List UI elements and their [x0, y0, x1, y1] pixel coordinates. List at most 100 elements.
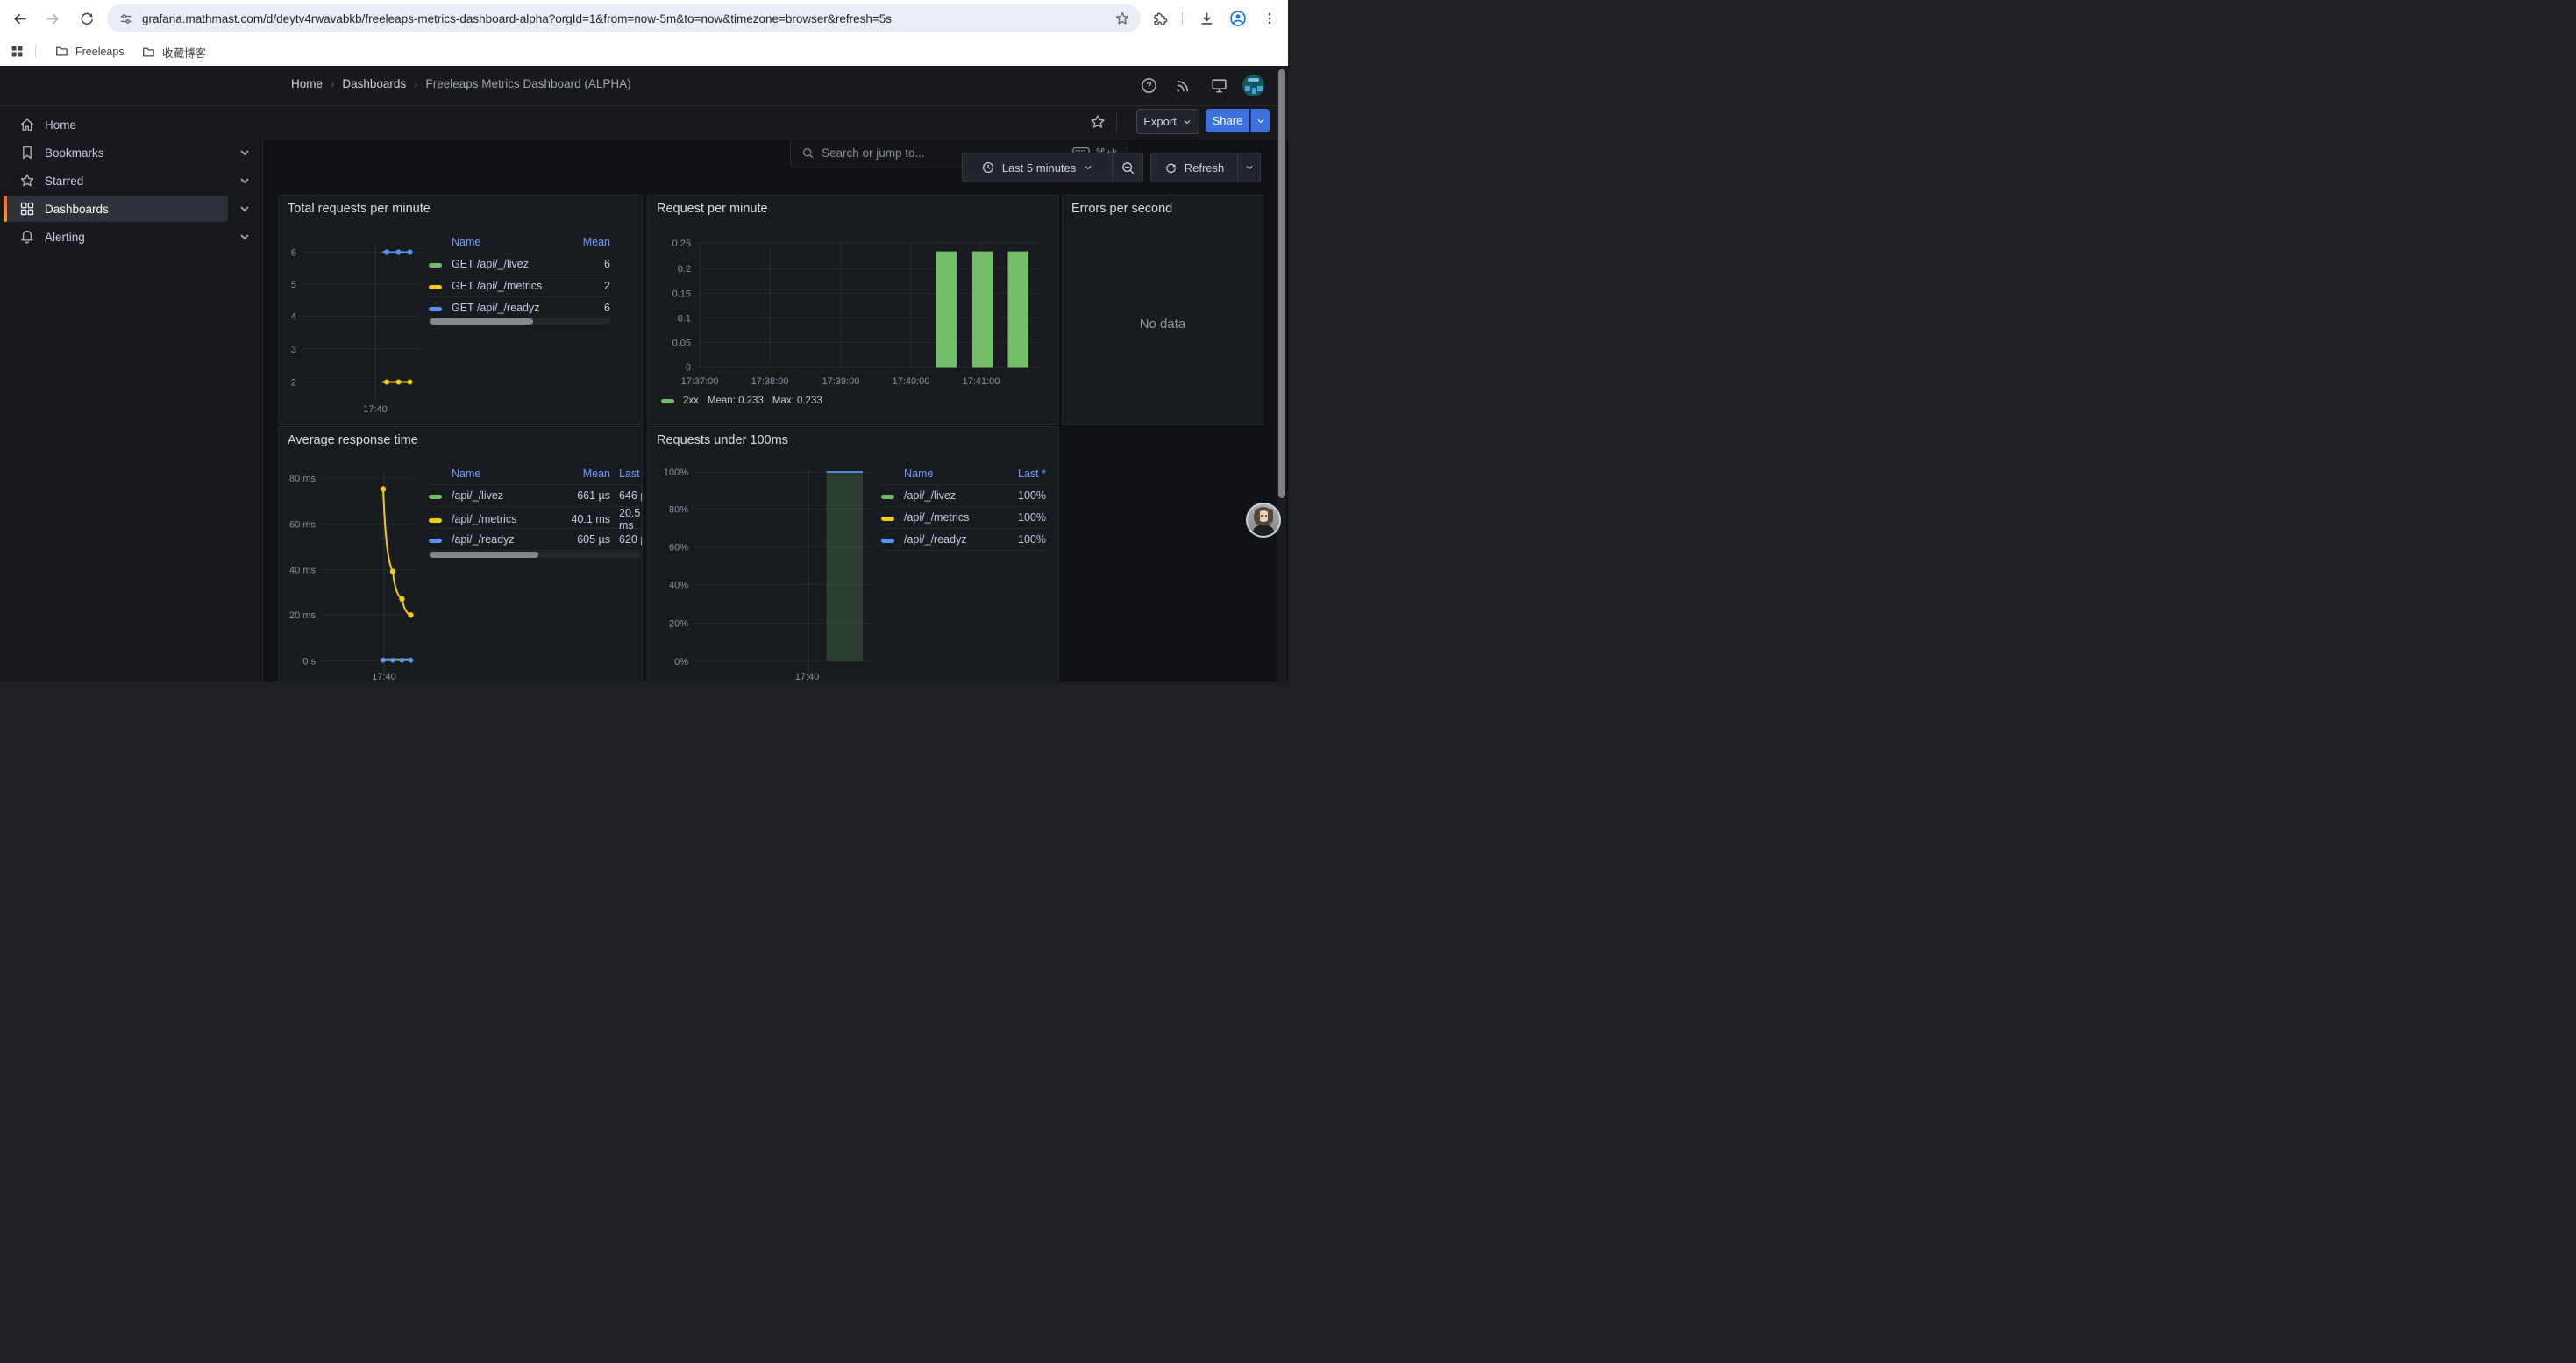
menu-button[interactable]	[1255, 4, 1284, 33]
site-settings-icon[interactable]	[118, 11, 133, 26]
legend-row[interactable]: /api/_/livez100%	[881, 485, 1046, 507]
page-scrollbar-thumb[interactable]	[1278, 69, 1285, 498]
forward-icon	[45, 11, 61, 27]
news-button[interactable]	[1174, 76, 1192, 95]
apps-grid-icon	[10, 44, 25, 59]
svg-text:17:37:00: 17:37:00	[681, 376, 719, 387]
legend-column-name[interactable]: Name	[904, 467, 993, 480]
svg-text:0.05: 0.05	[672, 339, 691, 349]
series-chip	[429, 307, 442, 311]
legend-table: NameLast * /api/_/livez100%/api/_/metrics…	[881, 463, 1046, 551]
home-icon	[18, 116, 36, 133]
sidebar-item-dashboards[interactable]: Dashboards	[4, 196, 228, 222]
export-button[interactable]: Export	[1136, 109, 1199, 134]
legend-row[interactable]: /api/_/livez661 µs646 µs	[429, 485, 643, 507]
profile-button[interactable]	[1223, 4, 1253, 33]
zoom-out-icon	[1121, 161, 1135, 175]
svg-text:0.2: 0.2	[678, 264, 691, 275]
svg-text:20%: 20%	[669, 619, 688, 630]
legend-row[interactable]: GET /api/_/readyz6	[429, 297, 610, 319]
zoom-out-button[interactable]	[1112, 153, 1143, 182]
breadcrumb-home[interactable]: Home	[291, 77, 323, 90]
sidebar-item-alerting[interactable]: Alerting	[4, 224, 228, 250]
svg-text:100%: 100%	[664, 467, 688, 478]
bar-chart: 0.250.20.150.10.05017:37:0017:38:0017:39…	[648, 196, 1058, 424]
svg-text:4: 4	[291, 312, 296, 323]
breadcrumb-current: Freeleaps Metrics Dashboard (ALPHA)	[426, 77, 631, 90]
bookmark-folder-blogs[interactable]: 收藏博客	[141, 44, 206, 61]
legend-row[interactable]: /api/_/readyz605 µs620 µs	[429, 529, 643, 551]
legend-row[interactable]: /api/_/metrics100%	[881, 507, 1046, 529]
legend-column-name[interactable]: Name	[452, 467, 554, 480]
series-chip	[429, 539, 442, 543]
profile-icon	[1228, 9, 1248, 28]
refresh-button[interactable]: Refresh	[1150, 153, 1238, 182]
legend-table: NameMean GET /api/_/livez6GET /api/_/metr…	[429, 232, 610, 319]
chevron-down-icon	[1182, 117, 1192, 127]
extensions-button[interactable]	[1145, 4, 1175, 33]
share-button[interactable]: Share	[1206, 109, 1249, 132]
active-accent-bar	[4, 196, 7, 222]
forward-button[interactable]	[38, 4, 68, 33]
sidebar-item-starred[interactable]: Starred	[4, 168, 228, 194]
floating-assistant-avatar[interactable]	[1246, 503, 1281, 538]
legend-row[interactable]: /api/_/readyz100%	[881, 529, 1046, 551]
chevron-down-icon[interactable]	[236, 228, 253, 246]
refresh-interval-button[interactable]	[1237, 153, 1261, 182]
sidebar-item-bookmarks[interactable]: Bookmarks	[4, 139, 228, 166]
legend-column-mean[interactable]: Mean	[559, 236, 610, 248]
legend-column-last[interactable]: Last *	[610, 467, 643, 480]
time-range-picker[interactable]: Last 5 minutes	[962, 153, 1113, 182]
apps-button[interactable]	[10, 44, 25, 59]
legend-scrollbar[interactable]	[429, 552, 641, 558]
chevron-down-icon[interactable]	[236, 172, 253, 189]
favorite-star-icon[interactable]	[1089, 113, 1107, 131]
legend-column-name[interactable]: Name	[452, 236, 559, 248]
share-menu-button[interactable]	[1250, 109, 1270, 132]
dashboards-icon	[18, 200, 36, 218]
help-button[interactable]	[1140, 76, 1158, 95]
panel-errors-per-second: Errors per second No data	[1062, 195, 1263, 425]
series-chip	[881, 495, 894, 499]
refresh-icon	[1164, 161, 1178, 175]
browser-toolbar: grafana.mathmast.com/d/deytv4rwavabkb/fr…	[0, 0, 1288, 37]
legend-row[interactable]: GET /api/_/livez6	[429, 253, 610, 275]
svg-text:0 s: 0 s	[302, 657, 316, 667]
kiosk-mode-button[interactable]	[1210, 76, 1228, 95]
back-button[interactable]	[4, 4, 34, 33]
sidebar-item-home[interactable]: Home	[4, 111, 228, 138]
svg-text:17:39:00: 17:39:00	[822, 376, 860, 387]
svg-text:6: 6	[291, 248, 296, 259]
star-icon	[18, 172, 36, 189]
chevron-down-icon	[1244, 162, 1255, 173]
svg-text:0.1: 0.1	[678, 314, 691, 325]
svg-text:2: 2	[291, 378, 296, 389]
back-icon	[11, 11, 28, 27]
folder-icon	[54, 44, 69, 59]
bookmark-folder-freeleaps[interactable]: Freeleaps	[54, 44, 125, 59]
series-name[interactable]: 2xx	[683, 396, 699, 406]
search-placeholder: Search or jump to...	[822, 146, 925, 160]
svg-text:17:41:00: 17:41:00	[963, 376, 1000, 387]
chevron-down-icon[interactable]	[236, 200, 253, 218]
downloads-button[interactable]	[1192, 4, 1221, 33]
svg-text:40 ms: 40 ms	[289, 566, 316, 576]
legend-scrollbar[interactable]	[429, 318, 610, 325]
legend-column-mean[interactable]: Mean	[554, 467, 610, 480]
legend-row[interactable]: GET /api/_/metrics2	[429, 275, 610, 297]
reload-button[interactable]	[72, 4, 102, 33]
breadcrumb-dashboards[interactable]: Dashboards	[342, 77, 406, 90]
folder-icon	[141, 45, 156, 60]
legend-column-last[interactable]: Last *	[993, 467, 1046, 480]
chevron-down-icon[interactable]	[236, 144, 253, 161]
bookmark-star-icon[interactable]	[1114, 11, 1130, 26]
legend-header: NameMeanLast *	[429, 463, 643, 485]
series-chip	[881, 539, 894, 543]
series-mean: Mean: 0.233	[708, 396, 764, 406]
url-bar[interactable]: grafana.mathmast.com/d/deytv4rwavabkb/fr…	[107, 4, 1141, 32]
rss-icon	[1174, 76, 1192, 95]
panel-title[interactable]: Errors per second	[1071, 202, 1172, 216]
user-avatar[interactable]	[1242, 75, 1264, 96]
legend-row[interactable]: /api/_/metrics40.1 ms20.5 ms	[429, 507, 643, 529]
browser-window: grafana.mathmast.com/d/deytv4rwavabkb/fr…	[0, 0, 1288, 682]
